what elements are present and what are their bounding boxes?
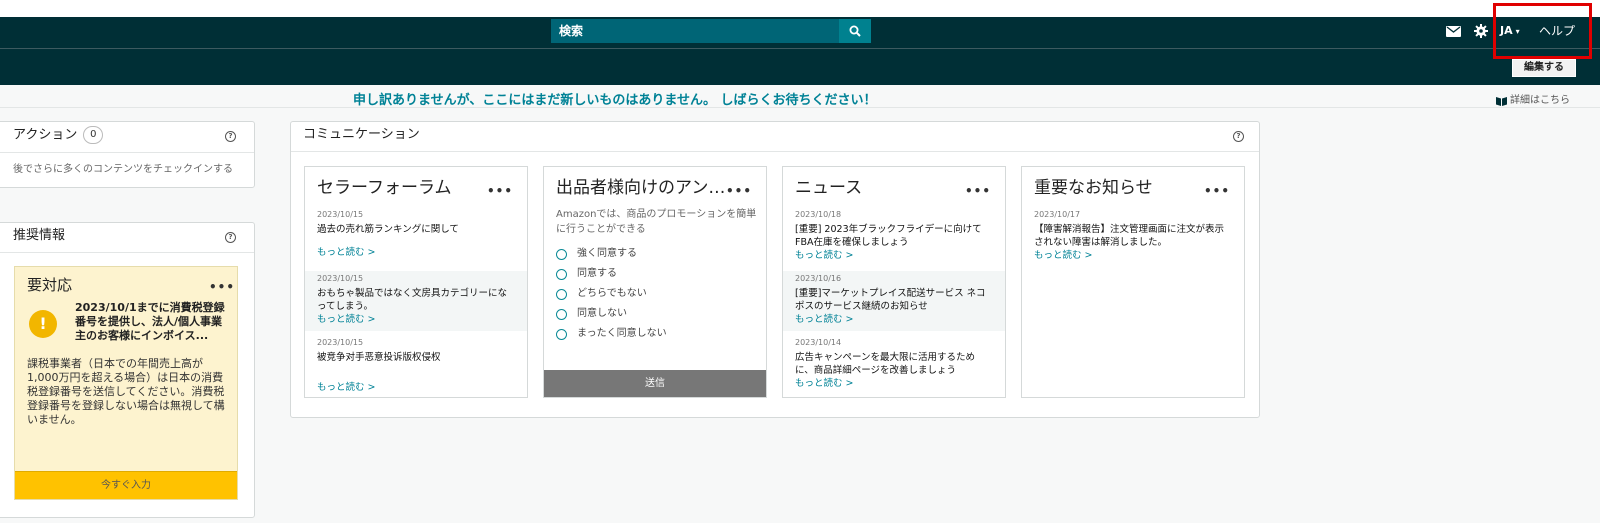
survey-option-neutral[interactable]: どちらでもない	[556, 287, 647, 301]
recommendations-title: 推奨情報	[13, 228, 66, 243]
mail-button[interactable]	[1444, 22, 1462, 40]
settings-button[interactable]	[1472, 22, 1490, 40]
mail-icon	[1445, 25, 1461, 37]
list-item: 2023/10/15 おもちゃ製品ではなく文房具カテゴリーになってしまう。 もっ…	[305, 271, 527, 331]
action-required-headline[interactable]: 2023/10/1までに消費税登録番号を提供し、法人/個人事業主のお客様にインボ…	[75, 301, 231, 343]
warning-icon: !	[29, 310, 57, 338]
actions-title: アクション	[13, 127, 78, 143]
item-title[interactable]: 過去の売れ筋ランキングに関して	[317, 223, 515, 236]
search-input[interactable]: 検索	[551, 19, 839, 43]
item-title[interactable]: 広告キャンペーンを最大限に活用するために、商品詳細ページを改善しましょう	[795, 351, 993, 377]
more-options-icon[interactable]: •••	[209, 281, 235, 293]
item-title[interactable]: おもちゃ製品ではなく文房具カテゴリーになってしまう。	[317, 287, 515, 313]
read-more-link[interactable]: もっと読む >	[317, 381, 515, 394]
actions-empty-text: 後でさらに多くのコンテンツをチェックインする	[13, 164, 233, 175]
list-item: 2023/10/17 【障害解消報告】注文管理画面に注文が表示されない障害は解消…	[1022, 209, 1244, 262]
radio-button[interactable]	[556, 308, 567, 320]
more-options-icon[interactable]: •••	[1204, 185, 1230, 197]
communication-title: コミュニケーション	[303, 127, 420, 142]
communication-help-icon[interactable]: ?	[1233, 131, 1244, 142]
actions-count-badge: 0	[83, 126, 104, 144]
item-title[interactable]: [重要]マーケットプレイス配送サービス ネコポスのサービス継続のお知らせ	[795, 287, 993, 313]
highlight-annotation-box	[1493, 3, 1592, 59]
sub-nav-bar	[0, 48, 1600, 85]
item-date: 2023/10/17	[1034, 210, 1081, 219]
important-notices-title: 重要なお知らせ	[1034, 178, 1153, 198]
more-options-icon[interactable]: •••	[487, 185, 513, 197]
seller-forum-title: セラーフォーラム	[317, 178, 452, 198]
more-options-icon[interactable]: •••	[726, 185, 752, 197]
search-button[interactable]	[839, 19, 871, 43]
list-item: 2023/10/18 [重要] 2023年ブラックフライデーに向けてFBA在庫を…	[783, 209, 1005, 262]
details-link[interactable]: 詳細はこちら	[1496, 94, 1570, 108]
read-more-link[interactable]: もっと読む >	[795, 313, 993, 326]
edit-button[interactable]: 編集する	[1512, 59, 1576, 77]
survey-option-agree[interactable]: 同意する	[556, 267, 617, 281]
survey-submit-button[interactable]: 送信	[544, 370, 766, 397]
survey-option-strongly-agree[interactable]: 強く同意する	[556, 247, 637, 261]
news-card: ニュース ••• 2023/10/18 [重要] 2023年ブラックフライデーに…	[782, 166, 1006, 398]
actions-panel: アクション 0 ? 後でさらに多くのコンテンツをチェックインする	[0, 121, 255, 188]
survey-card: 出品者様向けのアンケ... ••• Amazonでは、商品のプロモーションを簡単…	[543, 166, 767, 398]
item-date: 2023/10/15	[317, 338, 364, 347]
action-required-body: 課税事業者（日本での年間売上高が1,000万円を超える場合）は日本の消費税登録番…	[27, 357, 225, 426]
read-more-link[interactable]: もっと読む >	[1034, 249, 1232, 262]
divider	[0, 252, 254, 253]
item-date: 2023/10/15	[317, 210, 364, 219]
important-notices-card: 重要なお知らせ ••• 2023/10/17 【障害解消報告】注文管理画面に注文…	[1021, 166, 1245, 398]
option-label: どちらでもない	[577, 288, 647, 299]
gear-icon	[1474, 24, 1488, 38]
book-icon	[1496, 97, 1507, 106]
top-white-strip	[0, 0, 1600, 17]
read-more-link[interactable]: もっと読む >	[317, 246, 515, 259]
item-date: 2023/10/16	[795, 274, 842, 283]
read-more-link[interactable]: もっと読む >	[795, 377, 993, 390]
radio-button[interactable]	[556, 248, 567, 260]
item-title[interactable]: 【障害解消報告】注文管理画面に注文が表示されない障害は解消しました。	[1034, 223, 1232, 249]
list-item: 2023/10/15 被竞争对手恶意投诉版权侵权 もっと読む >	[305, 337, 527, 394]
radio-button[interactable]	[556, 268, 567, 280]
item-title[interactable]: 被竞争对手恶意投诉版权侵权	[317, 351, 515, 364]
option-label: まったく同意しない	[577, 328, 667, 339]
actions-help-icon[interactable]: ?	[225, 131, 236, 142]
search-icon	[849, 25, 861, 37]
seller-forum-card: セラーフォーラム ••• 2023/10/15 過去の売れ筋ランキングに関して …	[304, 166, 528, 398]
list-item: 2023/10/14 広告キャンペーンを最大限に活用するために、商品詳細ページを…	[783, 337, 1005, 390]
action-required-card: 要対応 ••• ! 2023/10/1までに消費税登録番号を提供し、法人/個人事…	[14, 266, 238, 500]
more-options-icon[interactable]: •••	[965, 185, 991, 197]
list-item: 2023/10/15 過去の売れ筋ランキングに関して もっと読む >	[305, 209, 527, 259]
divider	[291, 151, 1259, 152]
details-label: 詳細はこちら	[1510, 95, 1570, 106]
survey-option-disagree[interactable]: 同意しない	[556, 307, 627, 321]
enter-now-button[interactable]: 今すぐ入力	[15, 471, 237, 499]
option-label: 同意しない	[577, 308, 627, 319]
read-more-link[interactable]: もっと読む >	[317, 313, 515, 326]
radio-button[interactable]	[556, 288, 567, 300]
survey-question: Amazonでは、商品のプロモーションを簡単に行うことができる	[556, 209, 757, 235]
news-title: ニュース	[795, 178, 863, 198]
item-date: 2023/10/15	[317, 274, 364, 283]
action-required-title: 要対応	[27, 276, 73, 294]
option-label: 同意する	[577, 268, 617, 279]
survey-option-strongly-disagree[interactable]: まったく同意しない	[556, 327, 667, 341]
actions-title-row: アクション 0	[13, 126, 104, 145]
radio-button[interactable]	[556, 328, 567, 340]
divider	[0, 152, 254, 153]
item-date: 2023/10/14	[795, 338, 842, 347]
recommendations-help-icon[interactable]: ?	[225, 232, 236, 243]
read-more-link[interactable]: もっと読む >	[795, 249, 993, 262]
survey-title: 出品者様向けのアンケ...	[556, 178, 734, 198]
item-title[interactable]: [重要] 2023年ブラックフライデーに向けてFBA在庫を確保しましょう	[795, 223, 993, 249]
option-label: 強く同意する	[577, 248, 637, 259]
item-date: 2023/10/18	[795, 210, 842, 219]
list-item: 2023/10/16 [重要]マーケットプレイス配送サービス ネコポスのサービス…	[783, 271, 1005, 331]
divider	[0, 107, 1600, 108]
